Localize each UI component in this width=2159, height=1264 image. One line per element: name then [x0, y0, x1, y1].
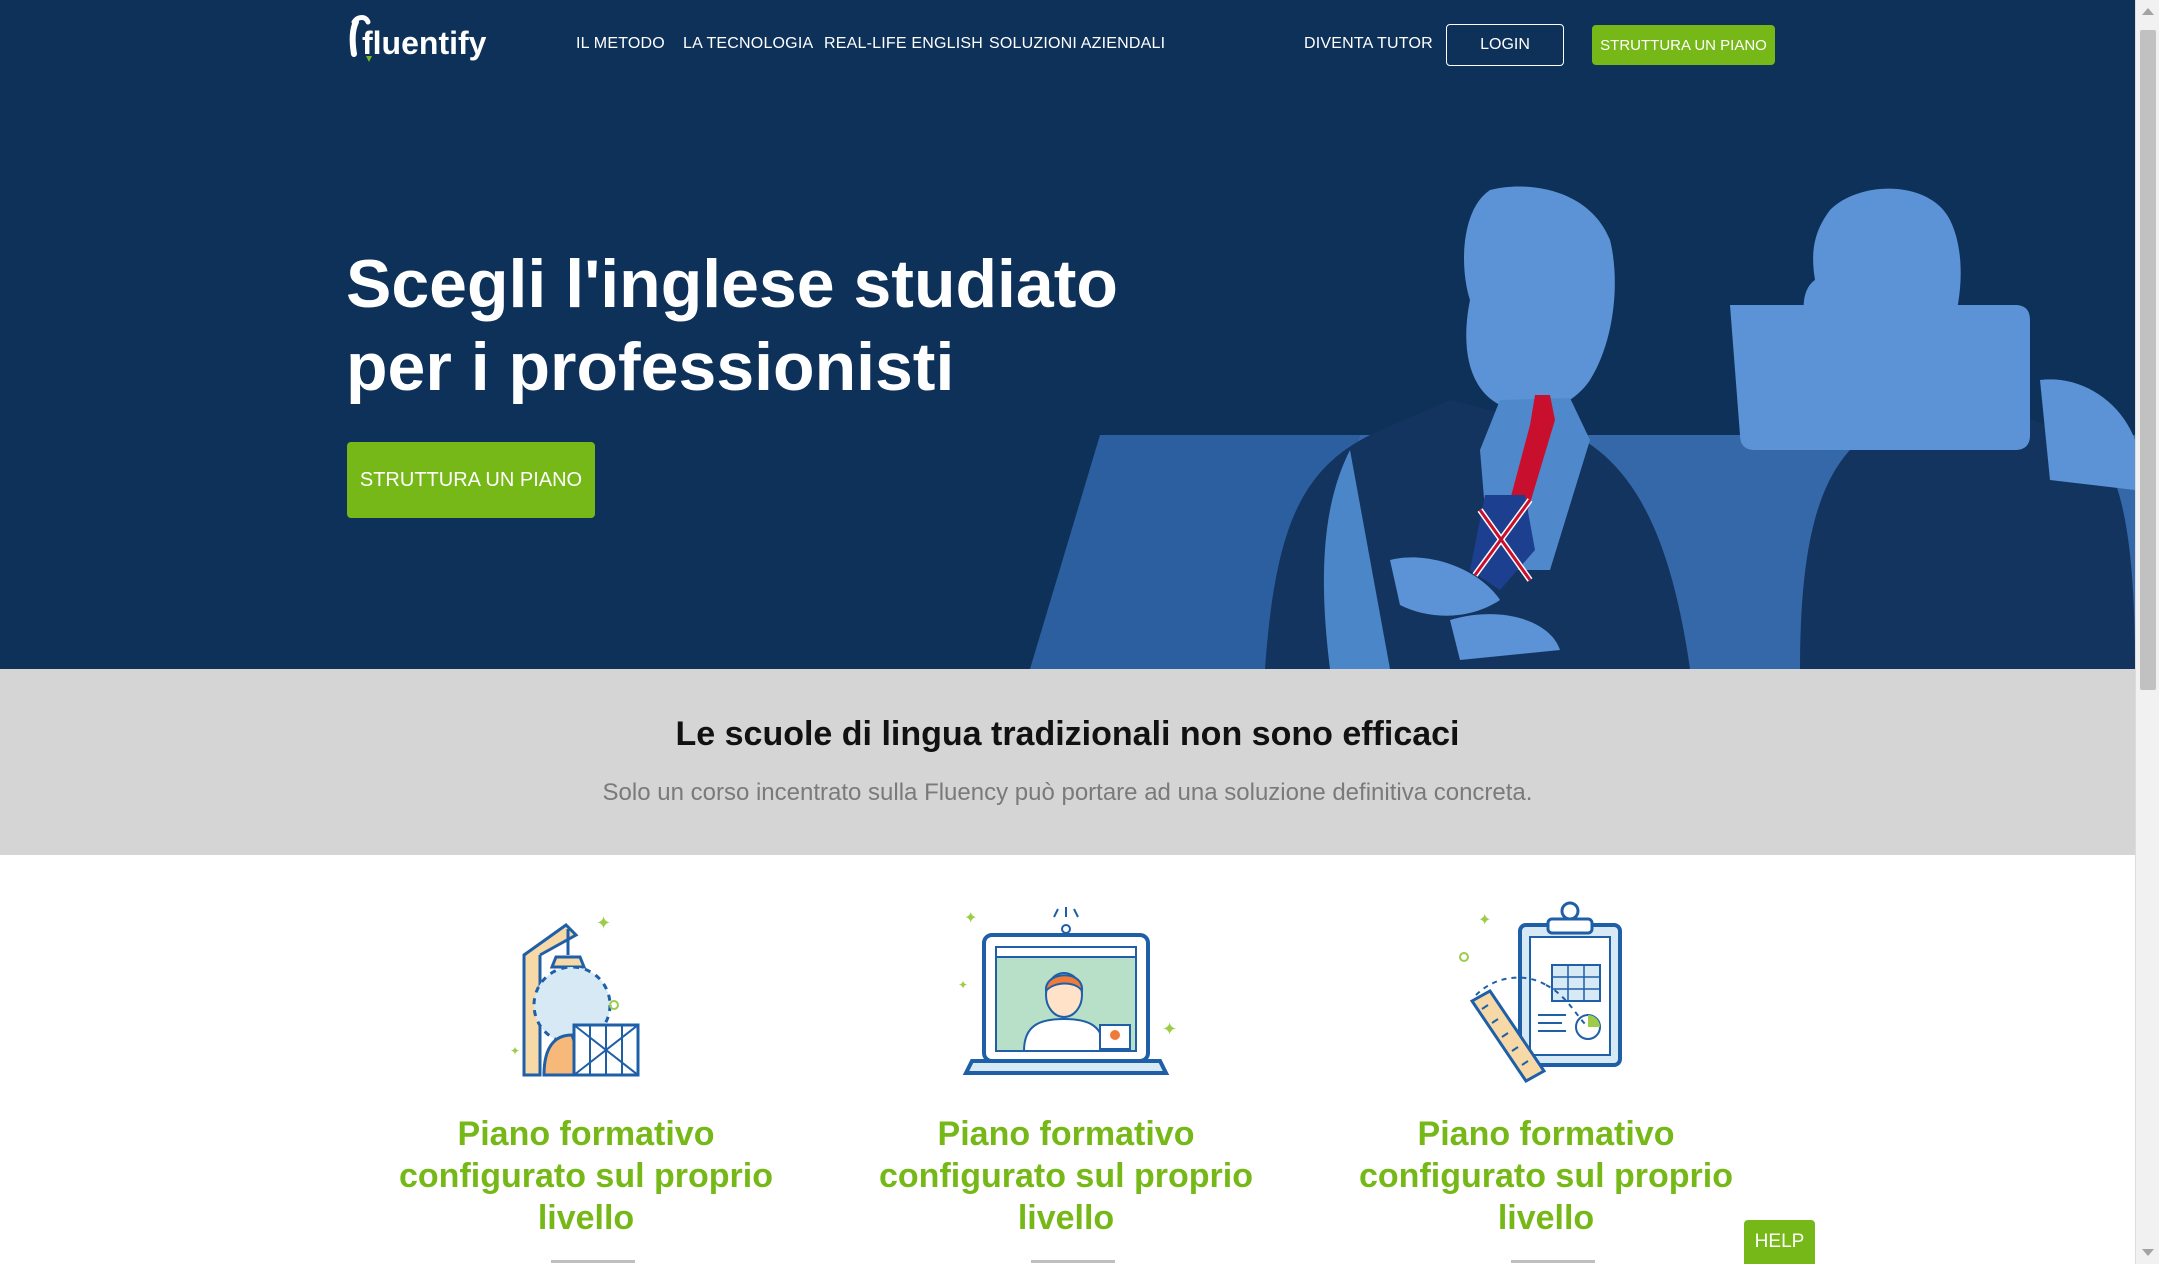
- nav-plan-button[interactable]: STRUTTURA UN PIANO: [1592, 25, 1775, 65]
- svg-text:✦: ✦: [1162, 1019, 1177, 1040]
- nav-la-tecnologia[interactable]: LA TECNOLOGIA: [683, 35, 813, 53]
- feature-title-line-1: Piano formativo: [1417, 1115, 1675, 1153]
- svg-text:✦: ✦: [596, 913, 611, 934]
- svg-text:✦: ✦: [958, 978, 968, 992]
- feature-divider: [1511, 1260, 1595, 1263]
- nav-diventa-tutor[interactable]: DIVENTA TUTOR: [1304, 35, 1433, 53]
- mannequin-icon: ✦ ✦: [510, 913, 640, 1077]
- hero-title: Scegli l'inglese studiato per i professi…: [346, 243, 1146, 409]
- band-heading: Le scuole di lingua tradizionali non son…: [675, 715, 1460, 753]
- feature-title-line-3: livello: [1017, 1199, 1115, 1237]
- svg-text:fluentify: fluentify: [362, 25, 486, 61]
- svg-text:✦: ✦: [1478, 910, 1491, 929]
- feature-card: ✦ Piano formativo configurato sul propri…: [1326, 895, 1766, 1263]
- feature-title-line-3: livello: [537, 1199, 635, 1237]
- feature-card: ✦ ✦ ✦ Piano formativo configurato sul pr…: [846, 895, 1286, 1263]
- svg-text:✦: ✦: [964, 908, 977, 927]
- clipboard-ruler-icon: ✦: [1459, 901, 1622, 1083]
- scroll-up-icon[interactable]: [2142, 8, 2154, 15]
- feature-title-line-2: configurato sul proprio: [399, 1157, 773, 1195]
- feature-title-line-2: configurato sul proprio: [879, 1157, 1253, 1195]
- scrollbar-thumb[interactable]: [2140, 30, 2156, 690]
- feature-card: ✦ ✦ Piano formativo configurato sul prop…: [366, 895, 806, 1263]
- feature-title-line-1: Piano formativo: [457, 1115, 715, 1153]
- scroll-down-icon[interactable]: [2142, 1249, 2154, 1256]
- help-button[interactable]: HELP: [1744, 1220, 1815, 1264]
- nav-soluzioni-aziendali[interactable]: SOLUZIONI AZIENDALI: [989, 35, 1165, 53]
- laptop-video-call-icon: ✦ ✦ ✦: [958, 907, 1177, 1075]
- nav-il-metodo[interactable]: IL METODO: [576, 35, 665, 53]
- intro-band: Le scuole di lingua tradizionali non son…: [0, 669, 2135, 855]
- hero-title-line-2: per i professionisti: [346, 329, 955, 405]
- nav-real-life-english[interactable]: REAL-LIFE ENGLISH: [824, 35, 983, 53]
- hero-title-line-1: Scegli l'inglese studiato: [346, 246, 1118, 322]
- feature-title: Piano formativo configurato sul proprio …: [1326, 1113, 1766, 1239]
- vertical-scrollbar[interactable]: [2135, 0, 2159, 1264]
- svg-text:✦: ✦: [510, 1044, 520, 1058]
- feature-title: Piano formativo configurato sul proprio …: [366, 1113, 806, 1239]
- feature-divider: [551, 1260, 635, 1263]
- feature-title-line-3: livello: [1497, 1199, 1595, 1237]
- feature-title-line-1: Piano formativo: [937, 1115, 1195, 1153]
- hero-section: fluentify IL METODO LA TECNOLOGIA REAL-L…: [0, 0, 2135, 669]
- hero-plan-button[interactable]: STRUTTURA UN PIANO: [347, 442, 595, 518]
- feature-title: Piano formativo configurato sul proprio …: [846, 1113, 1286, 1239]
- login-button[interactable]: LOGIN: [1446, 24, 1564, 66]
- feature-divider: [1031, 1260, 1115, 1263]
- business-people-image: [1030, 186, 2135, 669]
- feature-title-line-2: configurato sul proprio: [1359, 1157, 1733, 1195]
- main-navigation: fluentify IL METODO LA TECNOLOGIA REAL-L…: [0, 0, 2135, 90]
- band-subheading: Solo un corso incentrato sulla Fluency p…: [602, 779, 1533, 806]
- fluentify-logo[interactable]: fluentify: [346, 14, 486, 64]
